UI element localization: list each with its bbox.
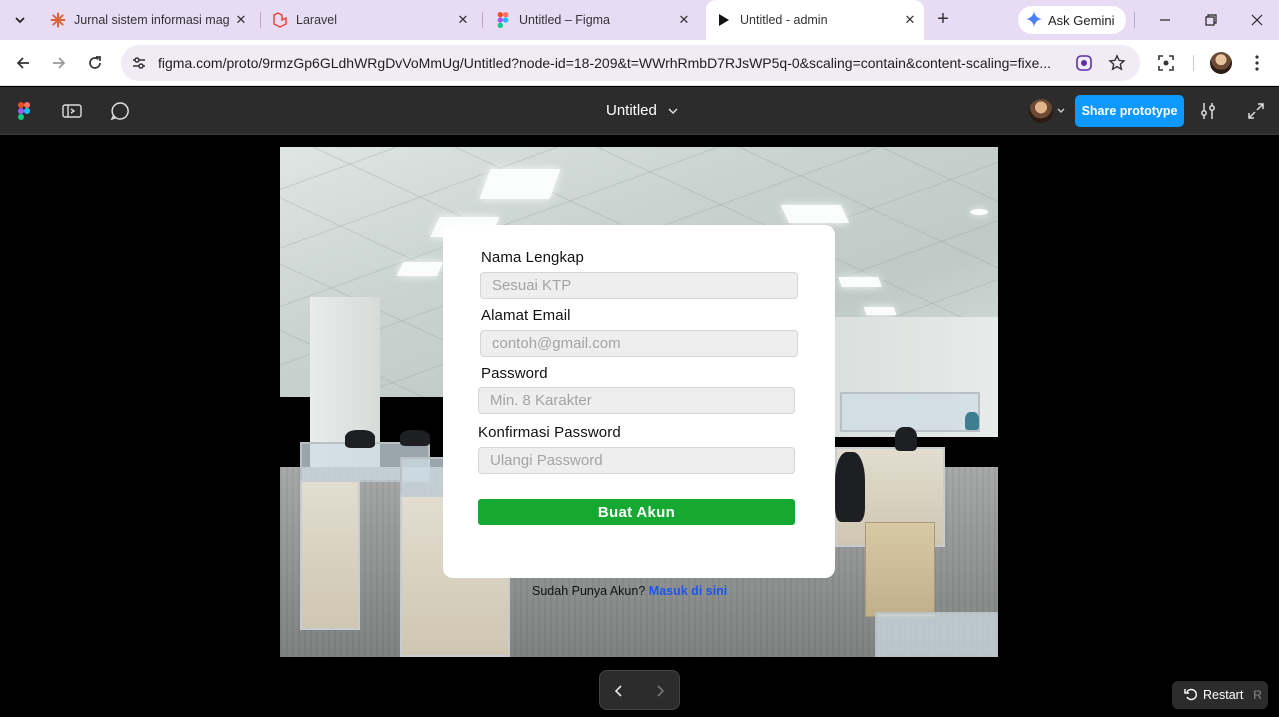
- create-account-button[interactable]: Buat Akun: [478, 499, 795, 525]
- minimize-icon[interactable]: [1155, 10, 1175, 30]
- next-frame-chevron-right-icon[interactable]: [650, 681, 670, 701]
- tab-admin-active[interactable]: Untitled - admin ✕: [706, 0, 924, 40]
- ceiling-light: [863, 307, 897, 315]
- tab-search-chevron-icon[interactable]: [8, 8, 32, 32]
- ceiling-light: [396, 262, 444, 276]
- settings-sliders-icon[interactable]: [1197, 100, 1219, 122]
- register-form-card: Nama Lengkap Alamat Email Password Konfi…: [443, 225, 835, 578]
- forward-arrow-icon[interactable]: [47, 51, 71, 75]
- restart-shortcut-key: R: [1253, 688, 1262, 702]
- screenshot-lens-icon[interactable]: [1155, 52, 1177, 74]
- cubicle-glass-panel: [840, 392, 980, 432]
- ask-gemini-label: Ask Gemini: [1048, 12, 1115, 28]
- restart-arrow-icon: [1184, 687, 1198, 704]
- file-title[interactable]: Untitled: [606, 102, 657, 119]
- reload-icon[interactable]: [83, 51, 107, 75]
- ceiling-light: [970, 209, 988, 215]
- office-chair: [400, 430, 430, 446]
- share-prototype-button[interactable]: Share prototype: [1075, 95, 1184, 127]
- full-name-input[interactable]: [480, 272, 798, 299]
- restart-button[interactable]: Restart R: [1172, 681, 1268, 709]
- office-chair: [345, 430, 375, 448]
- drawer-cabinet: [865, 522, 935, 617]
- more-menu-icon[interactable]: [1246, 52, 1268, 74]
- confirm-password-label: Konfirmasi Password: [478, 424, 621, 441]
- tab-title: Untitled - admin: [740, 13, 828, 27]
- office-chair: [895, 427, 917, 451]
- sidebar-toggle-icon[interactable]: [61, 100, 83, 122]
- restore-window-icon[interactable]: [1201, 10, 1221, 30]
- login-prompt-text: Sudah Punya Akun?: [532, 584, 646, 598]
- confirm-password-input[interactable]: [478, 447, 795, 474]
- tab-laravel[interactable]: Laravel ✕: [262, 6, 477, 34]
- ceiling-light: [479, 169, 561, 199]
- address-bar[interactable]: figma.com/proto/9rmzGp6GLdhWRgDvVoMmUg/U…: [121, 45, 1140, 81]
- fullscreen-expand-icon[interactable]: [1245, 100, 1267, 122]
- ask-gemini-button[interactable]: Ask Gemini: [1018, 6, 1126, 34]
- desk-fan: [965, 412, 979, 430]
- profile-avatar[interactable]: [1210, 52, 1232, 74]
- password-input[interactable]: [478, 387, 795, 414]
- close-icon[interactable]: ✕: [455, 12, 471, 28]
- close-window-icon[interactable]: [1247, 10, 1267, 30]
- figma-icon: [495, 12, 511, 28]
- title-chevron-down-icon[interactable]: [666, 104, 680, 118]
- email-label: Alamat Email: [481, 307, 571, 324]
- figma-prototype-header: Untitled Share prototype: [0, 87, 1279, 135]
- tab-title: Untitled – Figma: [519, 13, 611, 27]
- tab-jurnal[interactable]: Jurnal sistem informasi mag ✕: [40, 6, 255, 34]
- password-label: Password: [481, 365, 548, 382]
- close-icon[interactable]: ✕: [902, 12, 918, 28]
- browser-toolbar: figma.com/proto/9rmzGp6GLdhWRgDvVoMmUg/U…: [0, 40, 1279, 86]
- previous-frame-chevron-left-icon[interactable]: [609, 681, 629, 701]
- new-tab-button[interactable]: +: [932, 9, 954, 31]
- browser-tab-strip: Jurnal sistem informasi mag ✕ Laravel ✕ …: [0, 0, 1279, 40]
- google-lens-icon[interactable]: [1074, 53, 1094, 73]
- tab-title: Jurnal sistem informasi mag: [74, 13, 230, 27]
- prototype-pager: [599, 670, 680, 710]
- office-chair: [835, 452, 865, 522]
- url-text: figma.com/proto/9rmzGp6GLdhWRgDvVoMmUg/U…: [158, 55, 1052, 71]
- gemini-sparkle-icon: [1026, 10, 1042, 30]
- login-link[interactable]: Masuk di sini: [649, 584, 728, 598]
- close-icon[interactable]: ✕: [676, 12, 692, 28]
- avatar-chevron-down-icon[interactable]: [1056, 106, 1066, 116]
- site-settings-icon[interactable]: [129, 53, 149, 73]
- asterisk-icon: [50, 12, 66, 28]
- prototype-frame: Nama Lengkap Alamat Email Password Konfi…: [280, 147, 998, 657]
- ceiling-light: [838, 277, 882, 287]
- email-input[interactable]: [480, 330, 798, 357]
- full-name-label: Nama Lengkap: [481, 249, 584, 266]
- close-icon[interactable]: ✕: [233, 12, 249, 28]
- login-prompt: Sudah Punya Akun? Masuk di sini: [532, 584, 727, 598]
- tab-figma[interactable]: Untitled – Figma ✕: [485, 6, 698, 34]
- cubicle-panel: [300, 480, 360, 630]
- tab-title: Laravel: [296, 13, 337, 27]
- cubicle-glass-panel: [875, 612, 998, 657]
- back-arrow-icon[interactable]: [11, 51, 35, 75]
- laravel-icon: [272, 12, 288, 28]
- figma-logo-icon[interactable]: [13, 100, 35, 122]
- restart-label: Restart: [1203, 688, 1244, 702]
- user-avatar[interactable]: [1029, 99, 1053, 123]
- bookmark-star-icon[interactable]: [1107, 53, 1127, 73]
- play-icon: [716, 12, 732, 28]
- ceiling-light: [780, 205, 850, 223]
- comment-icon[interactable]: [109, 100, 131, 122]
